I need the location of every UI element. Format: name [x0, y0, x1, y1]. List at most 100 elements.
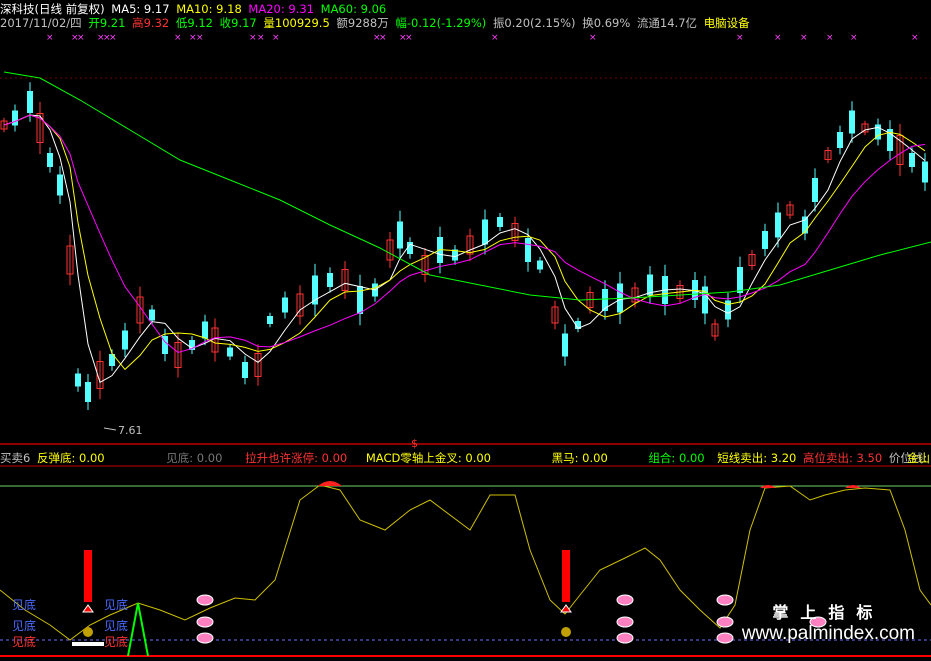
- white-dash: [72, 642, 104, 646]
- indicator-macd: MACD零轴上金叉: 0.00: [365, 451, 491, 465]
- stock-title: 深科技(日线 前复权): [0, 2, 105, 16]
- ma20-value: MA20: 9.31: [248, 2, 314, 16]
- pink-diamond-icon: [196, 632, 214, 644]
- quote-amplitude: 振0.20(2.15%): [492, 16, 576, 30]
- see-bottom-label-5: 见底: [12, 635, 37, 649]
- quote-date: 2017/11/02/四: [0, 16, 82, 30]
- see-bottom-label-4: 见底: [12, 619, 37, 633]
- top-signal-hump: [318, 481, 342, 486]
- signal-x-mark: ×: [800, 33, 808, 43]
- see-bottom-label-1: 见底: [12, 598, 37, 612]
- signal-x-mark: ×: [774, 33, 782, 43]
- quote-amount: 额9288万: [336, 16, 389, 30]
- candle-body-down: [762, 231, 768, 249]
- coin-pile-icon: [561, 627, 571, 637]
- low-price-label: 7.61: [118, 424, 143, 437]
- pink-diamond-icon: [196, 616, 214, 628]
- quote-open: 开9.21: [88, 16, 126, 30]
- candle-body-down: [737, 267, 743, 293]
- indicator-rebound: 反弹底: 0.00: [36, 451, 105, 465]
- candle-body-down: [27, 91, 33, 113]
- candle-body-down: [75, 373, 81, 387]
- quote-volume: 量100929.5: [263, 16, 330, 30]
- candle-body-down: [57, 174, 63, 196]
- indicator-see-bottom: 见底: 0.00: [166, 451, 223, 465]
- see-bottom-label-3: 见底: [104, 619, 129, 633]
- pink-diamond-icon: [716, 594, 734, 606]
- watermark-logo: 掌上指标 www.palmindex.com: [742, 599, 915, 645]
- candle-body-down: [497, 217, 503, 227]
- candle-body-down: [602, 289, 608, 311]
- candle-body-down: [242, 362, 248, 378]
- top-signal-hump: [845, 485, 861, 488]
- candle-body-down: [482, 219, 488, 245]
- indicator-high-sell: 高位卖出: 3.50: [803, 451, 883, 465]
- candle-body-down: [397, 221, 403, 249]
- pink-diamond-icon: [616, 616, 634, 628]
- candle-body-down: [85, 382, 91, 402]
- candle-body-down: [122, 330, 128, 350]
- indicator-short-sell: 短线卖出: 3.20: [717, 451, 797, 465]
- signal-bar-red: [562, 550, 570, 602]
- candle-body-down: [12, 110, 18, 126]
- pink-diamond-icon: [616, 594, 634, 606]
- indicator-combo: 组合: 0.00: [648, 451, 705, 465]
- candle-body-down: [702, 286, 708, 314]
- see-bottom-label-2: 见底: [104, 598, 129, 612]
- candle-body-down: [149, 309, 155, 321]
- indicator-name[interactable]: 买卖6: [0, 451, 30, 465]
- coin-pile-icon: [83, 627, 93, 637]
- watermark-name: 掌上指标: [772, 603, 885, 622]
- candle-body-down: [227, 347, 233, 357]
- up-arrow-icon: [82, 604, 94, 613]
- signal-x-mark: ×: [109, 33, 117, 43]
- candle-body-down: [775, 212, 781, 238]
- indicator-black-horse: 黑马: 0.00: [551, 451, 608, 465]
- quote-float-cap: 流通14.7亿: [636, 16, 698, 30]
- see-bottom-label-6: 见底: [104, 635, 129, 649]
- indicator-gold-mountain: 金山: [907, 451, 930, 465]
- quote-change: 幅-0.12(-1.29%): [395, 16, 487, 30]
- signal-bar-red: [84, 550, 92, 602]
- candle-body-down: [812, 178, 818, 202]
- signal-x-mark: ×: [589, 33, 597, 43]
- candle-body-down: [802, 216, 808, 234]
- candle-body-down: [849, 110, 855, 134]
- candle-body-down: [327, 273, 333, 287]
- pink-diamond-icon: [616, 632, 634, 644]
- kline-chart[interactable]: × ×× ××× × × × × × × ×× ×× × × × × × × × ×: [0, 0, 931, 661]
- ma60-line: [3, 71, 931, 301]
- signal-spike-green: [127, 602, 149, 657]
- quote-header: 2017/11/02/四 开9.21 高9.32 低9.12 收9.17 量10…: [0, 16, 753, 30]
- quote-turnover: 换0.69%: [582, 16, 631, 30]
- signal-x-mark: ×: [405, 33, 413, 43]
- quote-low: 低9.12: [175, 16, 213, 30]
- candle-body-down: [282, 297, 288, 313]
- indicator-header: 买卖6 反弹底: 0.00 见底: 0.00 拉升也许涨停: 0.00 MACD…: [0, 451, 931, 465]
- watermark-url: www.palmindex.com: [741, 623, 915, 644]
- signal-x-mark: ×: [249, 33, 257, 43]
- signal-x-mark: ×: [196, 33, 204, 43]
- signal-x-mark: ×: [272, 33, 280, 43]
- indicator-limit-up: 拉升也许涨停: 0.00: [245, 451, 348, 465]
- ma10-value: MA10: 9.18: [176, 2, 242, 16]
- dollar-marker: $: [411, 437, 418, 450]
- signal-x-mark: ×: [46, 33, 54, 43]
- ma60-value: MA60: 9.06: [320, 2, 387, 16]
- signal-x-mark: ×: [826, 33, 834, 43]
- candle-body-down: [47, 153, 53, 167]
- candle-body-down: [202, 321, 208, 339]
- candle-body-down: [267, 316, 273, 324]
- candle-body-down: [837, 132, 843, 148]
- signal-x-mark: ×: [911, 33, 919, 43]
- quote-sector[interactable]: 电脑设备: [704, 16, 750, 30]
- signal-x-mark: ×: [174, 33, 182, 43]
- candle-body-down: [525, 238, 531, 262]
- ma-header: 深科技(日线 前复权) MA5: 9.17 MA10: 9.18 MA20: 9…: [0, 2, 389, 16]
- ma5-value: MA5: 9.17: [111, 2, 170, 16]
- pink-diamond-icon: [716, 616, 734, 628]
- candle-body-down: [562, 333, 568, 357]
- candle-body-down: [922, 161, 928, 183]
- low-pointer: [103, 427, 117, 431]
- pink-diamond-icon: [716, 632, 734, 644]
